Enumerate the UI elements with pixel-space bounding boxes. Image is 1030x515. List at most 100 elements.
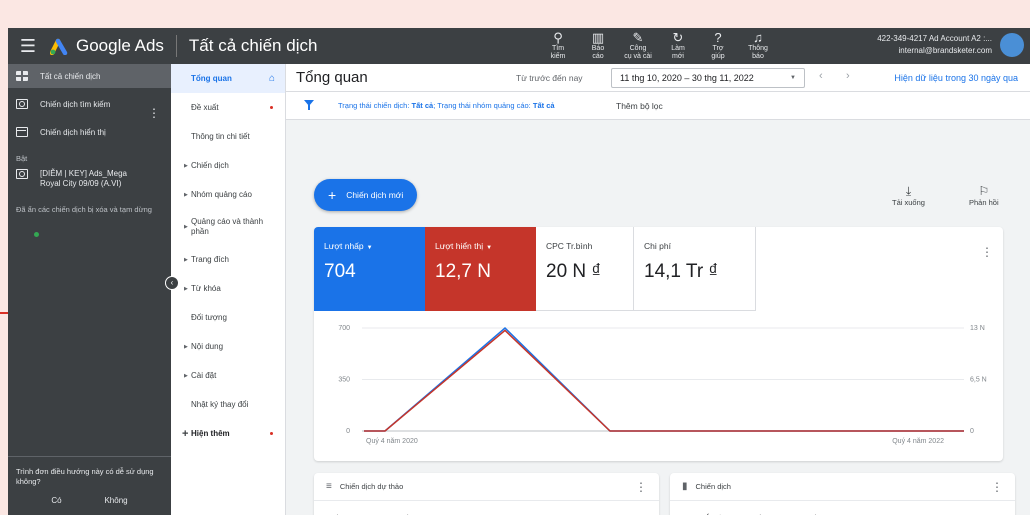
help-icon: ? [714, 30, 722, 45]
help-label-2: giúp [711, 53, 725, 60]
menu-item-settings[interactable]: ▶ Cài đặt [171, 361, 285, 390]
metric-label: Chi phí [644, 241, 671, 251]
page-menu: Tổng quan ⌂ Đề xuất Thông tin chi tiết ▶… [171, 64, 286, 515]
show-more-button[interactable]: + Hiện thêm [171, 419, 285, 448]
nav-item-label: Chiến dịch tìm kiếm [40, 99, 111, 109]
notifications-button[interactable]: ♫ Thông báo [738, 28, 778, 64]
menu-item-overview[interactable]: Tổng quan ⌂ [171, 64, 285, 93]
removed-campaigns-note: Đã ẩn các chiến dịch bị xóa và tạm dừng [16, 205, 152, 214]
date-range-picker[interactable]: 11 thg 10, 2020 – 30 thg 11, 2022 ▼ [611, 68, 805, 88]
more-options-icon[interactable]: ⋮ [981, 245, 993, 259]
collapse-nav-button[interactable]: ‹ [165, 276, 179, 290]
grid-icon [16, 71, 28, 81]
y-right-tick-label: 13 N [970, 325, 985, 332]
display-campaign-icon [16, 127, 28, 137]
avatar[interactable] [1000, 33, 1024, 57]
plus-icon: + [182, 427, 189, 440]
campaign-name: [DIỄM | KEY] Ads_Mega Royal City 09/09 (… [40, 169, 127, 189]
new-campaign-button[interactable]: + Chiến dịch mới [314, 179, 418, 211]
menu-item-label: Chiến dịch [191, 161, 229, 170]
add-filter-button[interactable]: Thêm bộ lọc [616, 101, 663, 111]
metric-value: 14,1 Tr ₫ [644, 261, 719, 282]
top-bar: ☰ Google Ads Tất cả chiến dịch ⚲ Tìm kiế… [8, 28, 1030, 64]
nav-item-campaign[interactable]: [DIỄM | KEY] Ads_Mega Royal City 09/09 (… [8, 167, 171, 237]
new-campaign-label: Chiến dịch mới [346, 190, 404, 200]
card-header: ≡ Chiến dịch dự thảo ⋮ [314, 473, 659, 501]
next-period-icon[interactable]: › [846, 70, 850, 82]
draft-campaigns-card: ≡ Chiến dịch dự thảo ⋮ Tiếp tục tạo các … [314, 473, 659, 515]
feedback-icon: ⚐ [978, 184, 990, 198]
menu-item-insights[interactable]: Thông tin chi tiết [171, 122, 285, 151]
search-icon: ⚲ [553, 30, 563, 45]
metric-impressions[interactable]: Lượt hiển thị ▼ 12,7 N [425, 227, 536, 311]
topbar-tools: ⚲ Tìm kiếm ▥ Báo cáo ✎ Công cụ và cài ↻ … [538, 28, 778, 64]
menu-item-keywords[interactable]: ▶ Từ khóa [171, 274, 285, 303]
metric-clicks[interactable]: Lượt nhấp ▼ 704 [314, 227, 425, 311]
bar-chart-icon: ▮ [682, 481, 688, 492]
menu-item-change-history[interactable]: Nhật ký thay đổi [171, 390, 285, 419]
metric-avg-cpc[interactable]: CPC Tr.bình 20 N ₫ [536, 227, 634, 311]
menu-item-campaigns[interactable]: ▶ Chiến dịch [171, 151, 285, 180]
topbar-title: Tất cả chiến dịch [188, 36, 318, 55]
campaign-nav: Tất cả chiến dịch ⋮ Chiến dịch tìm kiếm … [8, 64, 171, 515]
google-ads-logo[interactable]: Google Ads [50, 36, 164, 56]
reports-button[interactable]: ▥ Báo cáo [578, 28, 618, 64]
more-options-icon[interactable]: ⋮ [991, 480, 1003, 494]
filter-icon[interactable] [304, 100, 314, 110]
metric-value: 20 N ₫ [546, 261, 602, 282]
tools-icon: ✎ [632, 30, 644, 45]
yes-button[interactable]: Có [51, 496, 61, 505]
active-filters[interactable]: Trạng thái chiến dịch: Tất cả; Trạng thá… [338, 101, 555, 110]
notifications-label-2: báo [752, 53, 764, 60]
campaign-name-line-1: [DIỄM | KEY] Ads_Mega [40, 169, 128, 178]
show-more-label: Hiện thêm [191, 429, 230, 438]
nav-item-search-campaigns[interactable]: Chiến dịch tìm kiếm [8, 92, 171, 116]
feedback-button[interactable]: ⚐ Phản hồi [969, 184, 999, 207]
nav-item-display-campaigns[interactable]: Chiến dịch hiển thị [8, 120, 171, 144]
download-label: Tải xuống [892, 198, 925, 207]
more-options-icon[interactable]: ⋮ [635, 480, 647, 494]
menu-item-audiences[interactable]: Đối tượng [171, 303, 285, 332]
tools-button[interactable]: ✎ Công cụ và cài [618, 28, 658, 64]
menu-icon[interactable]: ☰ [10, 36, 46, 57]
prev-period-icon[interactable]: ‹ [819, 70, 823, 82]
menu-item-label: Trang đích [191, 255, 229, 264]
page-header: Tổng quan Từ trước đến nay 11 thg 10, 20… [286, 64, 1030, 92]
y-left-tick-label: 700 [338, 325, 350, 332]
nav-survey: Trình đơn điều hướng này có dễ sử dụng k… [8, 456, 171, 487]
nav-item-label: Tất cả chiến dịch [40, 71, 101, 81]
notification-dot [270, 106, 273, 109]
menu-item-ad-groups[interactable]: ▶ Nhóm quảng cáo [171, 180, 285, 209]
feedback-label: Phản hồi [969, 198, 999, 207]
y-left-tick-label: 350 [338, 377, 350, 384]
menu-item-label: Quảng cáo và thành phần [191, 217, 264, 236]
expand-arrow-icon: ▶ [184, 372, 188, 379]
more-options-icon[interactable]: ⋮ [148, 106, 160, 120]
caret-down-icon: ▼ [366, 245, 373, 251]
search-label: Tìm [551, 45, 565, 52]
menu-item-recommendations[interactable]: Đề xuất [171, 93, 285, 122]
search-button[interactable]: ⚲ Tìm kiếm [538, 28, 578, 64]
download-button[interactable]: ⤓ Tải xuống [892, 184, 925, 207]
menu-item-content[interactable]: ▶ Nội dung [171, 332, 285, 361]
account-info[interactable]: 422-349-4217 Ad Account A2 :... internal… [877, 33, 992, 57]
expand-arrow-icon: ▶ [184, 285, 188, 292]
brand-name: Google Ads [76, 36, 164, 55]
expand-arrow-icon: ▶ [184, 162, 188, 169]
nav-item-all-campaigns[interactable]: Tất cả chiến dịch [8, 64, 171, 88]
google-ads-logo-icon [50, 38, 68, 55]
menu-item-landing-pages[interactable]: ▶ Trang đích [171, 245, 285, 274]
notifications-icon: ♫ [753, 30, 763, 45]
draft-icon: ≡ [326, 481, 332, 492]
refresh-button[interactable]: ↻ Làm mới [658, 28, 698, 64]
x-tick-label: Quý 4 năm 2022 [892, 438, 944, 445]
caret-down-icon: ▼ [486, 245, 493, 251]
last-30-days-link[interactable]: Hiện dữ liệu trong 30 ngày qua [894, 73, 1018, 83]
no-button[interactable]: Không [104, 496, 127, 505]
menu-item-ads-assets[interactable]: ▶ Quảng cáo và thành phần [171, 209, 285, 245]
metric-cost[interactable]: Chi phí 14,1 Tr ₫ [634, 227, 756, 311]
caret-down-icon: ▼ [790, 75, 796, 81]
section-enabled: Bật [16, 154, 28, 163]
help-button[interactable]: ? Trợ giúp [698, 28, 738, 64]
nav-item-label: Chiến dịch hiển thị [40, 127, 106, 137]
